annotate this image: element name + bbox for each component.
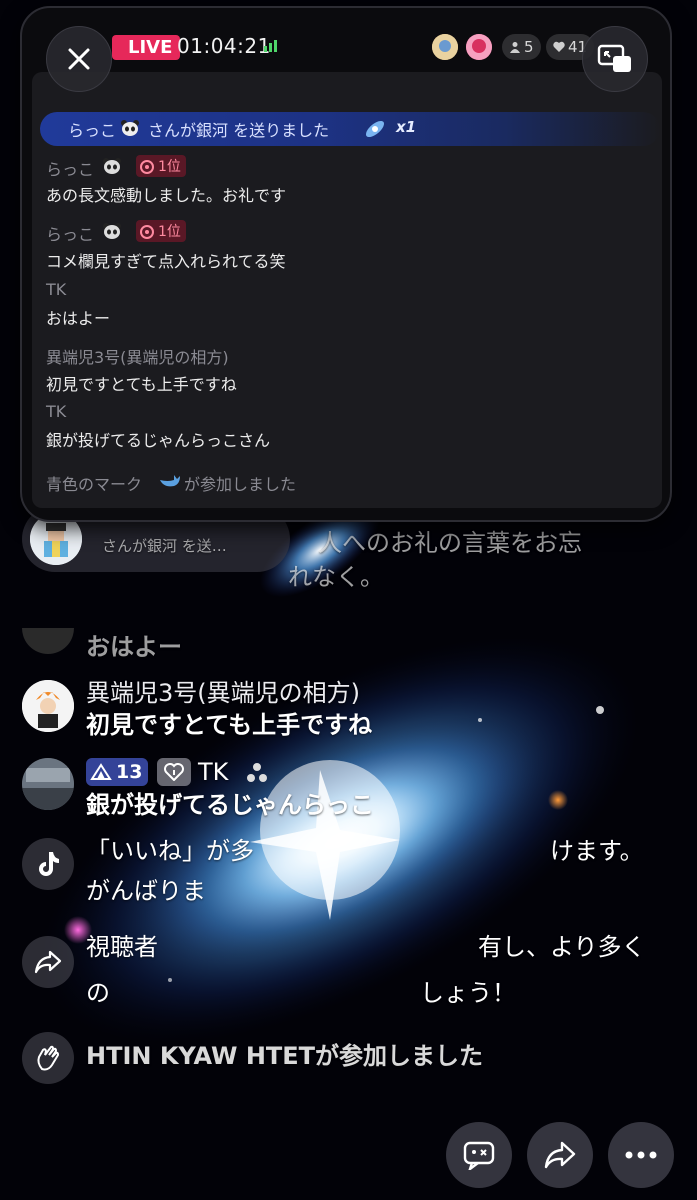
rank-value: 1位 <box>158 159 181 175</box>
gift-banner: らっこ さんが銀河 を送りました x1 <box>40 112 660 146</box>
live-badge: LIVE <box>112 35 181 60</box>
level-badge: 13 <box>86 758 149 786</box>
avatar <box>22 680 74 732</box>
wave-icon <box>22 1032 74 1084</box>
gift-banner-count: x1 <box>396 118 417 136</box>
panda-emoji-icon <box>103 223 121 239</box>
fan-badge <box>157 758 191 786</box>
system-message-tail: 有し、より多く <box>478 933 646 961</box>
rank-badge: 1位 <box>136 220 186 242</box>
chat-username: TK <box>46 402 67 421</box>
join-message-tail: が参加しました <box>184 475 297 494</box>
level-value: 13 <box>116 761 143 783</box>
panda-emoji-icon <box>103 158 121 174</box>
avatar <box>432 34 458 60</box>
chat-username: 異端児3号(異端児の相方) <box>46 348 229 367</box>
viewer-count[interactable]: 5 <box>502 34 541 60</box>
share-button[interactable] <box>527 1122 593 1188</box>
system-message-tail: けます。 <box>550 837 644 865</box>
tiktok-icon <box>22 838 74 890</box>
comment-icon <box>463 1141 495 1170</box>
system-message: HTIN KYAW HTETが参加しました <box>86 1042 484 1070</box>
viewer-count-value: 5 <box>524 38 534 56</box>
notice-line-2: れなく。 <box>288 563 384 591</box>
close-button[interactable] <box>46 26 112 92</box>
medal-icon <box>140 160 154 174</box>
more-icon <box>625 1151 657 1159</box>
whale-emoji-icon <box>160 475 180 487</box>
chat-username: TK <box>198 758 229 786</box>
chat-username: らっこ <box>46 160 95 179</box>
chat-username: 異端児3号(異端児の相方) <box>86 679 360 707</box>
gift-pill-line2: さんが銀河 を送… <box>102 537 227 555</box>
join-message: 青色のマーク <box>46 475 143 494</box>
heart-icon <box>553 41 565 52</box>
more-button[interactable] <box>608 1122 674 1188</box>
system-message-line2: の <box>86 979 110 1007</box>
live-stream-screen: さんが銀河 を送… 人へのお礼の言葉をお忘 れなく。 おはよー 異端児3号(異端… <box>0 0 697 1200</box>
heart-badge-icon <box>164 763 184 781</box>
chat-message: 銀が投げてるじゃんらっこ <box>86 791 374 819</box>
chat-message: あの長文感動しました。お礼です <box>46 186 287 205</box>
signal-icon <box>264 40 277 52</box>
mini-player-popup: LIVE 01:04:21 5 41 らっこ さんが銀河 を送りました x1 ら… <box>20 6 672 522</box>
exit-popup-button[interactable] <box>582 26 648 92</box>
chat-message: 銀が投げてるじゃんらっこさん <box>46 431 271 450</box>
people-icon <box>247 763 267 782</box>
system-message-line2: がんばりま <box>86 877 206 905</box>
notice-line-1: 人へのお礼の言葉をお忘 <box>318 529 582 557</box>
chat-message: おはよー <box>46 309 111 328</box>
chat-message: 初見ですとても上手ですね <box>46 375 237 394</box>
share-icon <box>544 1141 576 1169</box>
rank-value: 1位 <box>158 224 181 240</box>
exit-popup-icon <box>597 44 631 72</box>
chat-username: らっこ <box>46 225 95 244</box>
stream-timer: 01:04:21 <box>177 34 271 58</box>
chat-message: コメ欄見すぎて点入れられてる笑 <box>46 252 286 271</box>
system-message-line2-tail: しょう！ <box>420 979 516 1007</box>
system-message: 「いいね」が多 <box>86 837 254 865</box>
close-icon <box>68 48 90 70</box>
panda-emoji-icon <box>121 120 139 136</box>
avatar <box>22 758 74 810</box>
share-icon <box>22 936 74 988</box>
comment-button[interactable] <box>446 1122 512 1188</box>
medal-icon <box>140 225 154 239</box>
gift-banner-user: らっこ <box>68 121 117 140</box>
chat-message: おはよー <box>86 633 182 661</box>
chat-message: 初見ですとても上手ですね <box>86 711 373 739</box>
system-message: 視聴者 <box>86 933 158 961</box>
avatar <box>466 34 492 60</box>
rank-badge: 1位 <box>136 155 186 177</box>
avatar <box>22 628 74 654</box>
gift-banner-text: さんが銀河 を送りました <box>148 121 330 140</box>
galaxy-gift-icon <box>365 120 385 138</box>
level-icon <box>90 763 112 780</box>
person-icon <box>510 42 520 53</box>
chat-username: TK <box>46 280 67 299</box>
